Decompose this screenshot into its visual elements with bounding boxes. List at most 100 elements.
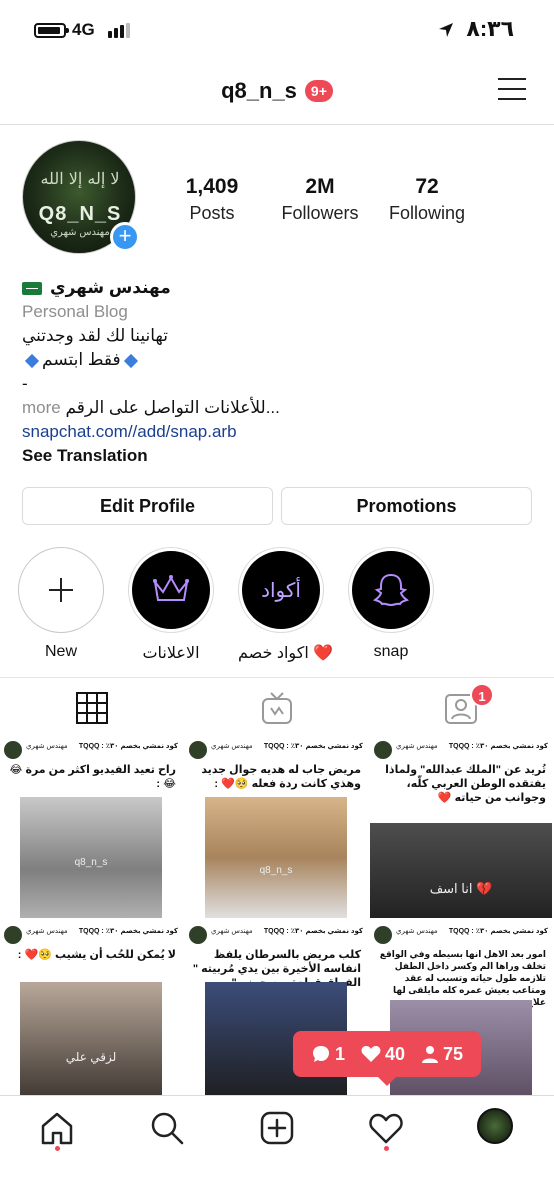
promotions-button[interactable]: Promotions	[281, 487, 532, 525]
post-avatar	[374, 926, 392, 944]
profile-category: Personal Blog	[22, 302, 128, 321]
see-translation-link[interactable]: See Translation	[22, 444, 532, 468]
igtv-icon[interactable]	[259, 690, 295, 726]
search-icon[interactable]	[149, 1110, 185, 1146]
likes-value: 40	[384, 1043, 405, 1064]
follows-count: 75	[421, 1044, 463, 1065]
post-caption: تُريد عن "الملك عبدالله" ولماذا يفتقده ا…	[385, 764, 546, 804]
bio-line-2: فقط ابتسم	[22, 348, 532, 372]
post-watermark: لزقي علي	[65, 1050, 117, 1064]
menu-icon[interactable]	[498, 78, 526, 100]
home-activity-dot	[55, 1146, 60, 1151]
comments-value: 1	[334, 1043, 345, 1064]
comments-count: 1	[311, 1044, 345, 1065]
post-thumbnail[interactable]: مهندس شهري كود نمشي بخصم ٣٠٪ : TQQQ تُري…	[370, 737, 553, 918]
profile-nav-avatar[interactable]	[477, 1108, 513, 1144]
followers-value: 2M	[305, 175, 335, 198]
post-thumbnail[interactable]: مهندس شهري كود نمشي بخصم ٣٠٪ : TQQQ لا ي…	[0, 922, 183, 1095]
clock: ٨:٣٦	[466, 16, 514, 41]
post-caption: مريض جاب له هديه جوال جديد وهذي كانت ردة…	[201, 764, 361, 790]
notification-badge[interactable]: 9+	[304, 80, 333, 102]
comment-icon	[312, 1046, 329, 1062]
profile-bio: مهندس شهري Personal Blog تهانينا لك لقد …	[22, 276, 532, 468]
display-name: مهندس شهري	[50, 278, 171, 297]
post-avatar	[189, 926, 207, 944]
bio-line-4-text: للأعلانات التواصل على الرقم...	[65, 398, 280, 417]
highlight-label: اكواد خصم ❤️	[238, 645, 334, 662]
highlight-snap[interactable]: snap	[348, 547, 434, 661]
crown-icon	[153, 575, 189, 601]
more-link[interactable]: more	[22, 398, 61, 417]
post-image: q8_n_s	[20, 797, 162, 918]
post-author: مهندس شهري	[396, 928, 438, 935]
location-arrow-icon	[439, 23, 453, 37]
likes-count: 40	[361, 1044, 405, 1065]
highlight-new[interactable]: New	[18, 547, 104, 661]
post-watermark: انا اسف 💔	[429, 881, 493, 896]
plus-icon	[49, 578, 73, 602]
heart-icon	[361, 1046, 381, 1062]
highlight-codes[interactable]: أكواد اكواد خصم ❤️	[238, 547, 334, 663]
post-avatar	[4, 926, 22, 944]
highlight-codes-inner: أكواد	[242, 551, 320, 629]
post-author: مهندس شهري	[26, 928, 68, 935]
post-code: كود نمشي بخصم ٣٠٪ : TQQQ	[448, 743, 548, 750]
post-code: كود نمشي بخصم ٣٠٪ : TQQQ	[78, 928, 178, 935]
post-caption: راح تعيد الفيديو اكثر من مرة 😂😂 :	[9, 764, 176, 790]
tagged-badge: 1	[470, 683, 494, 707]
display-name-row: مهندس شهري	[22, 276, 532, 300]
posts-label: Posts	[189, 203, 235, 223]
posts-value: 1,409	[185, 175, 239, 198]
post-author: مهندس شهري	[211, 928, 253, 935]
post-code: كود نمشي بخصم ٣٠٪ : TQQQ	[263, 743, 363, 750]
post-caption: لا يُمكن للحُب أن يشيب 🥺❤️ :	[17, 949, 176, 961]
grid-icon[interactable]	[74, 690, 110, 726]
avatar-line1: لا إله إلا الله	[40, 169, 120, 188]
post-thumbnail[interactable]: مهندس شهري كود نمشي بخصم ٣٠٪ : TQQQ راح …	[0, 737, 183, 918]
blue-diamond-icon	[24, 353, 40, 368]
followers-count[interactable]: 2M Followers	[265, 175, 375, 224]
bottom-nav	[0, 1095, 554, 1200]
highlight-ring	[348, 547, 434, 633]
activity-heart-icon[interactable]	[368, 1110, 404, 1146]
add-story-plus-icon[interactable]: +	[110, 222, 140, 252]
bio-line-1: تهانينا لك لقد وجدتني	[22, 326, 168, 345]
post-thumbnail[interactable]: مهندس شهري كود نمشي بخصم ٣٠٪ : TQQQ مريض…	[185, 737, 368, 918]
post-avatar	[374, 741, 392, 759]
post-author: مهندس شهري	[26, 743, 68, 750]
signal-icon	[108, 23, 130, 38]
activity-popup[interactable]: 1 40 75	[293, 1031, 481, 1086]
highlight-label: الاعلانات	[142, 645, 200, 662]
follows-value: 75	[442, 1043, 463, 1064]
post-code: كود نمشي بخصم ٣٠٪ : TQQQ	[78, 743, 178, 750]
bio-line-2-text: فقط ابتسم	[42, 350, 121, 369]
profile-tabs	[0, 677, 554, 737]
post-code: كود نمشي بخصم ٣٠٪ : TQQQ	[263, 928, 363, 935]
battery-icon	[34, 23, 69, 38]
snapchat-ghost-icon	[373, 573, 409, 607]
posts-count[interactable]: 1,409 Posts	[157, 175, 267, 224]
post-image: انا اسف 💔	[370, 823, 552, 918]
bio-line-3: -	[22, 374, 28, 393]
edit-profile-button[interactable]: Edit Profile	[22, 487, 273, 525]
home-icon[interactable]	[39, 1110, 75, 1146]
highlight-label: New	[44, 643, 77, 660]
network-type: 4G	[72, 20, 95, 39]
following-value: 72	[415, 175, 439, 198]
highlight-ring: أكواد	[238, 547, 324, 633]
new-post-icon[interactable]	[259, 1110, 295, 1146]
person-icon	[421, 1046, 438, 1063]
profile-header: q8_n_s 9+	[0, 60, 554, 125]
post-image: q8_n_s	[205, 797, 347, 918]
status-bar: 4G ٨:٣٦	[0, 0, 554, 60]
highlight-ads[interactable]: الاعلانات	[128, 547, 214, 663]
post-author: مهندس شهري	[211, 743, 253, 750]
bio-website-link[interactable]: snapchat.com//add/snap.arb	[22, 420, 532, 444]
following-count[interactable]: 72 Following	[372, 175, 482, 224]
post-avatar	[189, 741, 207, 759]
post-watermark: q8_n_s	[259, 865, 293, 876]
following-label: Following	[388, 203, 466, 223]
bio-line-4: more للأعلانات التواصل على الرقم...	[22, 396, 532, 420]
new-highlight-ring	[18, 547, 104, 633]
profile-username[interactable]: q8_n_s	[221, 78, 297, 104]
